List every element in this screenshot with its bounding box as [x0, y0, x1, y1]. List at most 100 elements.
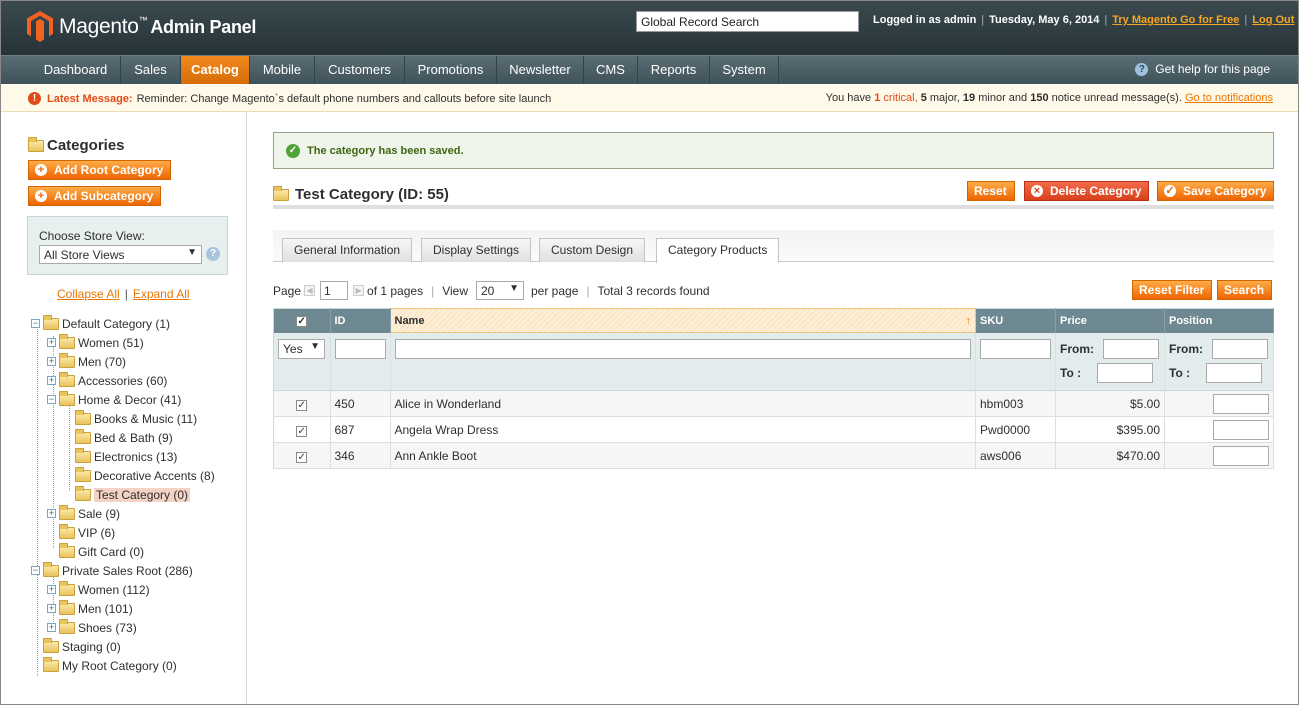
position-from-input[interactable] — [1212, 338, 1268, 359]
nav-cms[interactable]: CMS — [584, 56, 638, 84]
nav-newsletter[interactable]: Newsletter — [497, 56, 584, 84]
reset-button[interactable]: Reset — [967, 181, 1015, 201]
table-row[interactable]: ✓ 346 Ann Ankle Boot aws006 $470.00 — [273, 442, 1274, 469]
nav-customers[interactable]: Customers — [315, 56, 405, 84]
try-magento-go-link[interactable]: Try Magento Go for Free — [1112, 14, 1239, 26]
reset-filter-button[interactable]: Reset Filter — [1132, 280, 1213, 300]
collapse-icon[interactable]: − — [31, 319, 40, 328]
search-button[interactable]: Search — [1217, 280, 1273, 300]
position-to-input[interactable] — [1206, 362, 1263, 383]
column-id[interactable]: ID — [330, 308, 391, 333]
tree-node[interactable]: + Women (112) — [47, 580, 150, 599]
expand-icon[interactable]: + — [47, 623, 56, 632]
store-help-icon[interactable]: ? — [206, 247, 220, 261]
tree-node[interactable]: − Default Category (1) — [31, 314, 170, 333]
tab-display-settings[interactable]: Display Settings — [421, 238, 532, 262]
minor-label: minor and — [978, 92, 1028, 104]
tree-node[interactable]: + Women (51) — [47, 333, 144, 352]
tree-node[interactable]: + Sale (9) — [47, 504, 120, 523]
nav-dashboard[interactable]: Dashboard — [31, 56, 121, 84]
cell-sku: aws006 — [975, 442, 1056, 469]
price-to-input[interactable] — [1097, 362, 1154, 383]
delete-category-button[interactable]: × Delete Category — [1024, 181, 1150, 201]
column-sku[interactable]: SKU — [975, 308, 1056, 333]
nav-reports[interactable]: Reports — [638, 56, 710, 84]
price-from-input[interactable] — [1103, 338, 1159, 359]
tree-node[interactable]: − Home & Decor (41) — [47, 390, 181, 409]
help-link[interactable]: ? Get help for this page — [1135, 62, 1270, 76]
tree-node[interactable]: + Men (101) — [47, 599, 133, 618]
tree-node[interactable]: Gift Card (0) — [59, 542, 144, 561]
expand-icon[interactable]: + — [47, 604, 56, 613]
tree-node-label: Electronics (13) — [94, 449, 178, 464]
logout-link[interactable]: Log Out — [1252, 14, 1294, 26]
row-checkbox[interactable]: ✓ — [296, 425, 308, 437]
nav-mobile[interactable]: Mobile — [250, 56, 315, 84]
save-category-button[interactable]: ✓ Save Category — [1157, 181, 1275, 201]
expand-all-link[interactable]: Expand All — [133, 287, 190, 301]
page-input[interactable]: 1 — [320, 281, 349, 300]
id-filter-input[interactable] — [334, 338, 386, 359]
position-input[interactable] — [1213, 393, 1269, 414]
name-filter-input[interactable] — [394, 339, 971, 359]
row-checkbox[interactable]: ✓ — [296, 451, 308, 463]
tree-node[interactable]: + Men (70) — [47, 352, 126, 371]
tree-node[interactable]: Bed & Bath (9) — [75, 428, 173, 447]
global-search-input[interactable]: Global Record Search — [636, 11, 859, 32]
in-category-filter[interactable]: Yes ▼ — [278, 338, 325, 359]
magento-logo[interactable]: Magento™ Admin Panel — [27, 11, 256, 42]
tree-node[interactable]: + Accessories (60) — [47, 371, 167, 390]
collapse-all-link[interactable]: Collapse All — [57, 287, 120, 301]
add-subcategory-button[interactable]: + Add Subcategory — [28, 186, 162, 206]
page-title: Test Category (ID: 55) — [273, 185, 449, 203]
nav-system[interactable]: System — [710, 56, 779, 84]
table-row[interactable]: ✓ 687 Angela Wrap Dress Pwd0000 $395.00 — [273, 416, 1274, 443]
tree-node[interactable]: My Root Category (0) — [43, 656, 177, 675]
row-checkbox[interactable]: ✓ — [296, 399, 308, 411]
nav-sales[interactable]: Sales — [121, 56, 181, 84]
tree-node-selected[interactable]: Test Category (0) — [75, 485, 191, 504]
tree-node-label: Women (112) — [78, 582, 150, 597]
next-page-icon[interactable]: ▶ — [353, 285, 365, 296]
tab-general-information[interactable]: General Information — [282, 238, 413, 262]
cell-price: $470.00 — [1055, 442, 1165, 469]
tree-node[interactable]: + Shoes (73) — [47, 618, 137, 637]
sku-filter-input[interactable] — [980, 338, 1051, 359]
tab-custom-design[interactable]: Custom Design — [539, 238, 646, 262]
collapse-icon[interactable]: − — [47, 395, 56, 404]
filter-yes-value: Yes — [283, 341, 303, 356]
column-name[interactable]: Name ↑ — [389, 308, 976, 333]
prev-page-icon[interactable]: ◀ — [304, 285, 316, 296]
tree-node[interactable]: VIP (6) — [59, 523, 115, 542]
tab-category-products[interactable]: Category Products — [656, 238, 780, 263]
success-message: ✓ The category has been saved. — [273, 132, 1274, 169]
nav-catalog[interactable]: Catalog — [181, 56, 250, 84]
expand-icon[interactable]: + — [47, 585, 56, 594]
select-all-checkbox[interactable]: ✓ — [296, 315, 308, 327]
tree-node[interactable]: Books & Music (11) — [75, 409, 197, 428]
expand-icon[interactable]: + — [47, 509, 56, 518]
expand-icon[interactable]: + — [47, 376, 56, 385]
tree-node[interactable]: Staging (0) — [43, 637, 121, 656]
folder-icon — [59, 618, 75, 634]
success-text: The category has been saved. — [307, 144, 464, 157]
collapse-icon[interactable]: − — [31, 566, 40, 575]
tree-node[interactable]: − Private Sales Root (286) — [31, 561, 193, 580]
store-view-select[interactable]: All Store Views ▼ — [39, 245, 202, 264]
position-input[interactable] — [1213, 445, 1269, 466]
magento-logo-icon — [27, 11, 53, 42]
expand-icon[interactable]: + — [47, 357, 56, 366]
position-input[interactable] — [1213, 419, 1269, 440]
go-to-notifications-link[interactable]: Go to notifications — [1185, 92, 1273, 104]
expand-icon[interactable]: + — [47, 338, 56, 347]
add-root-category-button[interactable]: + Add Root Category — [28, 160, 172, 180]
tree-node[interactable]: Decorative Accents (8) — [75, 466, 215, 485]
per-page-select[interactable]: 20 ▼ — [476, 281, 524, 300]
cell-sku: Pwd0000 — [975, 416, 1056, 443]
column-price[interactable]: Price — [1055, 308, 1165, 333]
nav-promotions[interactable]: Promotions — [405, 56, 497, 84]
dropdown-arrow-icon: ▼ — [187, 247, 197, 258]
column-position[interactable]: Position — [1164, 308, 1274, 333]
table-row[interactable]: ✓ 450 Alice in Wonderland hbm003 $5.00 — [273, 390, 1274, 417]
tree-node[interactable]: Electronics (13) — [75, 447, 177, 466]
